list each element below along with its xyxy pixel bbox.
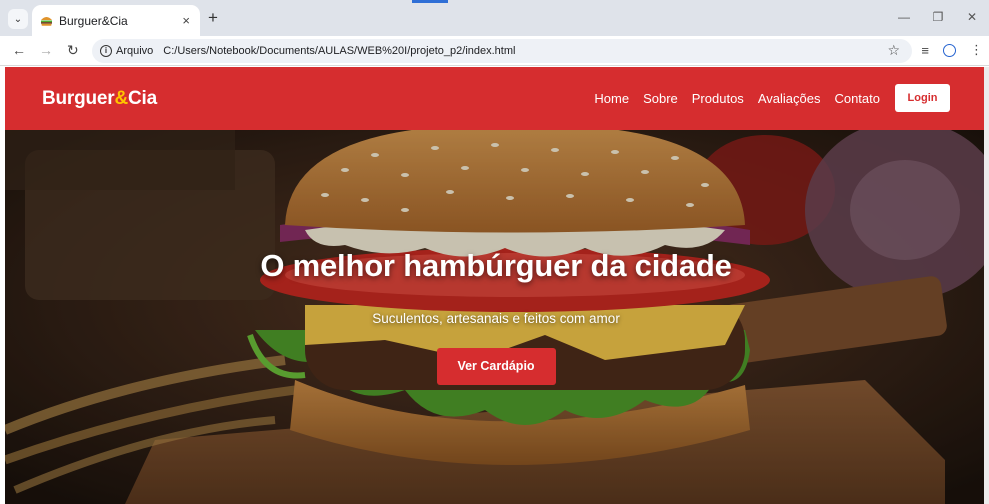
nav-link-sobre[interactable]: Sobre — [643, 91, 678, 106]
logo-ampersand: & — [114, 88, 129, 109]
view-menu-button[interactable]: Ver Cardápio — [436, 348, 556, 385]
main-nav: Home Sobre Produtos Avaliações Contato — [594, 91, 880, 106]
nav-link-produtos[interactable]: Produtos — [692, 91, 744, 106]
hero-subtitle: Suculentos, artesanais e feitos com amor — [372, 311, 620, 326]
tab-strip-accent — [412, 0, 448, 3]
nav-link-contato[interactable]: Contato — [834, 91, 880, 106]
page-scrollbar[interactable] — [984, 67, 989, 504]
tab-title: Burguer&Cia — [59, 13, 128, 28]
reading-list-icon[interactable]: ≡ — [921, 43, 929, 58]
site-header: Burguer&Cia Home Sobre Produtos Avaliaçõ… — [5, 67, 987, 130]
browser-tab-strip: ⌄ Burguer&Cia × + — ❐ ✕ — [0, 0, 989, 36]
logo-text-part2: Cia — [128, 88, 157, 109]
site-logo[interactable]: Burguer&Cia — [42, 88, 157, 110]
hero-content: O melhor hambúrguer da cidade Suculentos… — [5, 248, 987, 385]
hero-section: O melhor hambúrguer da cidade Suculentos… — [5, 130, 987, 504]
logo-text-part1: Burguer — [42, 88, 115, 109]
minimize-icon[interactable]: — — [887, 6, 921, 28]
url-text[interactable]: C:/Users/Notebook/Documents/AULAS/WEB%20… — [163, 45, 515, 57]
login-button[interactable]: Login — [895, 84, 950, 112]
browser-tab-active[interactable]: Burguer&Cia × — [32, 5, 200, 36]
menu-kebab-icon[interactable]: ⋮ — [970, 42, 983, 58]
profile-icon[interactable] — [943, 43, 956, 57]
forward-icon[interactable]: → — [39, 42, 53, 58]
burger-icon — [40, 14, 53, 27]
toolbar-icons: ≡ ⋮ — [921, 42, 983, 58]
address-bar[interactable]: i Arquivo C:/Users/Notebook/Documents/AU… — [92, 39, 912, 63]
back-icon[interactable]: ← — [12, 42, 26, 58]
security-label: Arquivo — [116, 45, 154, 57]
hero-title: O melhor hambúrguer da cidade — [260, 248, 732, 283]
chevron-down-icon: ⌄ — [13, 13, 23, 25]
new-tab-button[interactable]: + — [208, 8, 218, 28]
tab-close-icon[interactable]: × — [182, 13, 190, 28]
restore-icon[interactable]: ❐ — [921, 6, 955, 28]
browser-toolbar: ← → ↻ i Arquivo C:/Users/Notebook/Docume… — [0, 36, 989, 66]
info-icon[interactable]: i — [100, 45, 112, 57]
reload-icon[interactable]: ↻ — [67, 42, 79, 59]
close-window-icon[interactable]: ✕ — [955, 6, 989, 28]
nav-link-avaliacoes[interactable]: Avaliações — [758, 91, 821, 106]
bookmark-star-icon[interactable]: ☆ — [887, 42, 900, 59]
tab-search-button[interactable]: ⌄ — [8, 9, 28, 29]
window-controls: — ❐ ✕ — [887, 6, 989, 28]
nav-link-home[interactable]: Home — [594, 91, 629, 106]
